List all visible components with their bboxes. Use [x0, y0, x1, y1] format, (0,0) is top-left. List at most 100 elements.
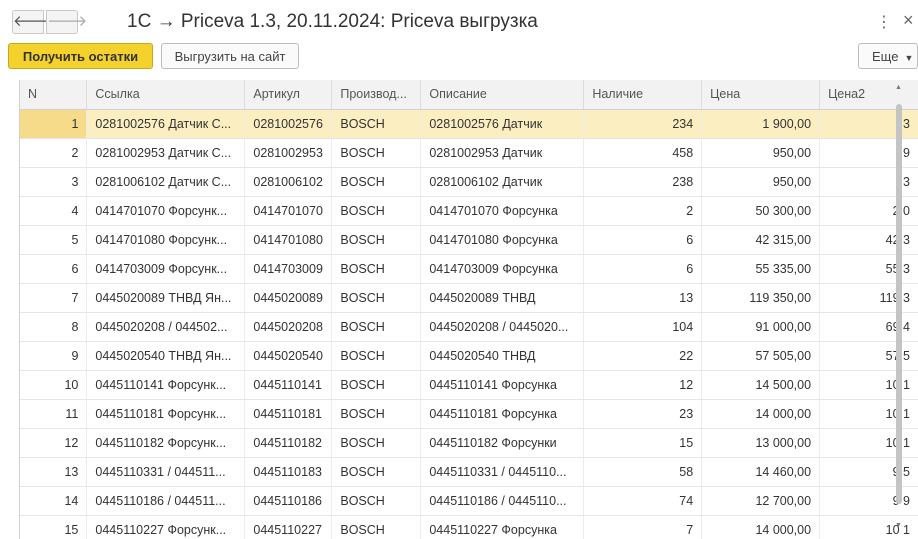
ref-cell[interactable]: 0281006102 Датчик С...	[86, 167, 246, 197]
table-row[interactable]: 6 0414703009 Форсунк... 0414703009 BOSCH 041…	[20, 254, 918, 284]
row-number[interactable]: 4	[20, 196, 88, 226]
stock-cell[interactable]: 22	[583, 341, 703, 371]
back-button[interactable]: 🡐	[12, 10, 53, 34]
maker-cell[interactable]: BOSCH	[331, 225, 422, 255]
description-cell[interactable]: 0445110141 Форсунка	[420, 370, 585, 400]
column-header-maker[interactable]: Производ...	[331, 80, 422, 110]
ref-cell[interactable]: 0445020540 ТНВД Ян...	[86, 341, 246, 371]
ref-cell[interactable]: 0445110331 / 044511...	[86, 457, 246, 487]
table-row[interactable]: 12 0445110182 Форсунк... 0445110182 BOSCH 04…	[20, 428, 918, 458]
maker-cell[interactable]: BOSCH	[331, 370, 422, 400]
stock-cell[interactable]: 58	[583, 457, 703, 487]
ref-cell[interactable]: 0281002953 Датчик С...	[86, 138, 246, 168]
column-header-n[interactable]: N	[20, 80, 88, 110]
article-cell[interactable]: 0445020208	[244, 312, 333, 342]
maker-cell[interactable]: BOSCH	[331, 515, 422, 539]
price-cell[interactable]: 14 000,00	[701, 515, 821, 539]
maker-cell[interactable]: BOSCH	[331, 109, 422, 139]
article-cell[interactable]: 0281002953	[244, 138, 333, 168]
description-cell[interactable]: 0281002953 Датчик	[420, 138, 585, 168]
stock-cell[interactable]: 238	[583, 167, 703, 197]
scroll-down-icon[interactable]: ▼	[895, 522, 902, 529]
table-row[interactable]: 3 0281006102 Датчик С... 0281006102 BOSCH 02…	[20, 167, 918, 197]
price-cell[interactable]: 50 300,00	[701, 196, 821, 226]
article-cell[interactable]: 0445110183	[244, 457, 333, 487]
stock-cell[interactable]: 458	[583, 138, 703, 168]
scroll-thumb[interactable]	[896, 104, 902, 504]
row-number[interactable]: 6	[20, 254, 88, 284]
stock-cell[interactable]: 74	[583, 486, 703, 516]
table-row[interactable]: 9 0445020540 ТНВД Ян... 0445020540 BOSCH 044…	[20, 341, 918, 371]
stock-cell[interactable]: 6	[583, 225, 703, 255]
table-row[interactable]: 10 0445110141 Форсунк... 0445110141 BOSCH 04…	[20, 370, 918, 400]
description-cell[interactable]: 0445020208 / 0445020...	[420, 312, 585, 342]
article-cell[interactable]: 0281002576	[244, 109, 333, 139]
close-icon[interactable]: ×	[903, 10, 914, 31]
column-header-ref[interactable]: Ссылка	[86, 80, 246, 110]
stock-cell[interactable]: 7	[583, 515, 703, 539]
article-cell[interactable]: 0445020540	[244, 341, 333, 371]
table-row[interactable]: 8 0445020208 / 044502... 0445020208 BOSCH 04…	[20, 312, 918, 342]
column-header-article[interactable]: Артикул	[244, 80, 333, 110]
row-number[interactable]: 14	[20, 486, 88, 516]
vertical-scrollbar[interactable]: ▲ ▼	[893, 82, 905, 537]
row-number[interactable]: 5	[20, 225, 88, 255]
table-row[interactable]: 13 0445110331 / 044511... 0445110183 BOSCH 0…	[20, 457, 918, 487]
ref-cell[interactable]: 0445020089 ТНВД Ян...	[86, 283, 246, 313]
get-stock-button[interactable]: Получить остатки	[8, 43, 153, 69]
article-cell[interactable]: 0445020089	[244, 283, 333, 313]
table-row[interactable]: 14 0445110186 / 044511... 0445110186 BOSCH 0…	[20, 486, 918, 516]
description-cell[interactable]: 0281006102 Датчик	[420, 167, 585, 197]
row-number[interactable]: 8	[20, 312, 88, 342]
more-button[interactable]: Еще ▼	[858, 43, 918, 69]
row-number[interactable]: 3	[20, 167, 88, 197]
description-cell[interactable]: 0445110182 Форсунки	[420, 428, 585, 458]
maker-cell[interactable]: BOSCH	[331, 196, 422, 226]
row-number[interactable]: 1	[20, 109, 88, 139]
article-cell[interactable]: 0414701080	[244, 225, 333, 255]
scroll-up-icon[interactable]: ▲	[895, 84, 902, 91]
description-cell[interactable]: 0414703009 Форсунка	[420, 254, 585, 284]
table-row[interactable]: 11 0445110181 Форсунк... 0445110181 BOSCH 04…	[20, 399, 918, 429]
ref-cell[interactable]: 0414701080 Форсунк...	[86, 225, 246, 255]
maker-cell[interactable]: BOSCH	[331, 341, 422, 371]
maker-cell[interactable]: BOSCH	[331, 283, 422, 313]
article-cell[interactable]: 0445110186	[244, 486, 333, 516]
description-cell[interactable]: 0414701070 Форсунка	[420, 196, 585, 226]
table-row[interactable]: 1 0281002576 Датчик С... 0281002576 BOSCH 02…	[20, 109, 918, 139]
ref-cell[interactable]: 0445110141 Форсунк...	[86, 370, 246, 400]
price-cell[interactable]: 13 000,00	[701, 428, 821, 458]
column-header-price[interactable]: Цена	[701, 80, 821, 110]
ref-cell[interactable]: 0445110181 Форсунк...	[86, 399, 246, 429]
ref-cell[interactable]: 0445110227 Форсунк...	[86, 515, 246, 539]
row-number[interactable]: 10	[20, 370, 88, 400]
ref-cell[interactable]: 0445110182 Форсунк...	[86, 428, 246, 458]
price-cell[interactable]: 950,00	[701, 138, 821, 168]
description-cell[interactable]: 0445110186 / 0445110...	[420, 486, 585, 516]
price-cell[interactable]: 55 335,00	[701, 254, 821, 284]
ref-cell[interactable]: 0445110186 / 044511...	[86, 486, 246, 516]
column-header-description[interactable]: Описание	[420, 80, 585, 110]
stock-cell[interactable]: 13	[583, 283, 703, 313]
maker-cell[interactable]: BOSCH	[331, 138, 422, 168]
row-number[interactable]: 7	[20, 283, 88, 313]
ref-cell[interactable]: 0445020208 / 044502...	[86, 312, 246, 342]
maker-cell[interactable]: BOSCH	[331, 167, 422, 197]
price-cell[interactable]: 12 700,00	[701, 486, 821, 516]
stock-cell[interactable]: 12	[583, 370, 703, 400]
column-header-stock[interactable]: Наличие	[583, 80, 703, 110]
description-cell[interactable]: 0445110181 Форсунка	[420, 399, 585, 429]
stock-cell[interactable]: 234	[583, 109, 703, 139]
price-cell[interactable]: 14 460,00	[701, 457, 821, 487]
maker-cell[interactable]: BOSCH	[331, 312, 422, 342]
article-cell[interactable]: 0414703009	[244, 254, 333, 284]
maker-cell[interactable]: BOSCH	[331, 428, 422, 458]
stock-cell[interactable]: 2	[583, 196, 703, 226]
article-cell[interactable]: 0445110227	[244, 515, 333, 539]
price-cell[interactable]: 42 315,00	[701, 225, 821, 255]
maker-cell[interactable]: BOSCH	[331, 399, 422, 429]
data-table[interactable]: N Ссылка Артикул Производ... Описание На…	[19, 80, 918, 539]
maker-cell[interactable]: BOSCH	[331, 457, 422, 487]
price-cell[interactable]: 950,00	[701, 167, 821, 197]
description-cell[interactable]: 0445020089 ТНВД	[420, 283, 585, 313]
